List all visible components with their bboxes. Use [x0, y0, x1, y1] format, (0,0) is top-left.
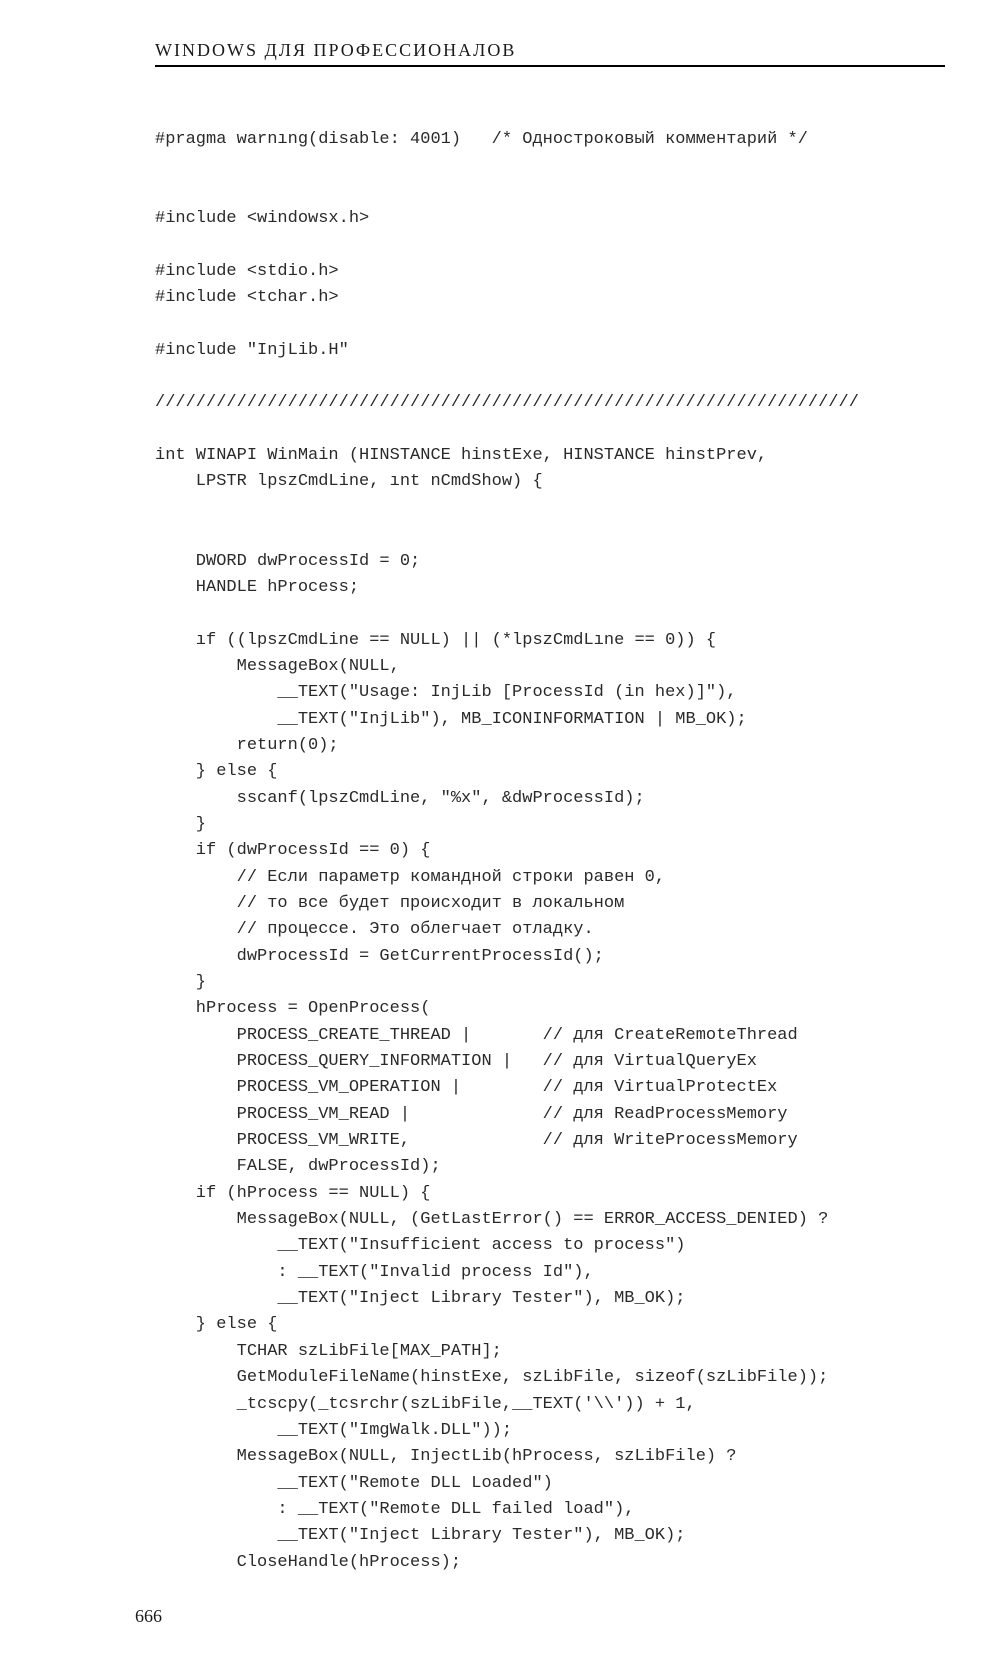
- page-number: 666: [135, 1606, 945, 1627]
- page-header-title: WINDOWS ДЛЯ ПРОФЕССИОНАЛОВ: [155, 40, 945, 67]
- code-listing: #pragma warnıng(disable: 4001) /* Одност…: [155, 127, 945, 1576]
- page-container: WINDOWS ДЛЯ ПРОФЕССИОНАЛОВ #pragma warnı…: [0, 0, 1005, 1667]
